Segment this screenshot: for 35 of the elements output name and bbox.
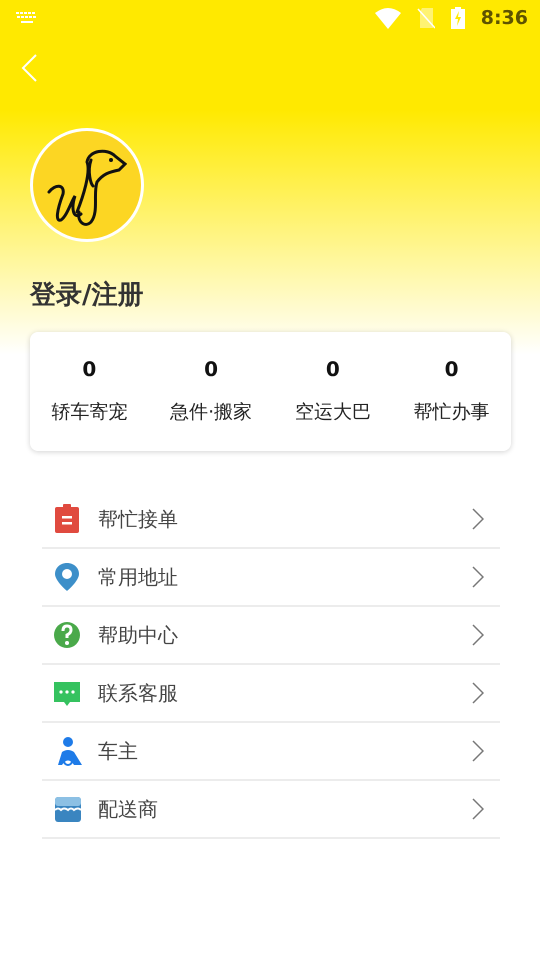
menu-item[interactable]: 常用地址 [42, 548, 500, 606]
stat-label[interactable]: 轿车寄宠 [51, 398, 128, 426]
help-icon [54, 620, 82, 650]
chevron-icon [472, 740, 484, 762]
menu-label: 常用地址 [98, 564, 179, 590]
menu-item[interactable]: 联系客服 [42, 664, 500, 722]
no-sim-icon [416, 8, 435, 28]
menu-item[interactable]: 帮忙接单 [42, 490, 500, 548]
keyboard-icon [16, 12, 38, 24]
menu-label: 车主 [98, 738, 139, 764]
clipboard-icon [54, 504, 82, 534]
menu-label: 帮忙接单 [98, 506, 179, 532]
chevron-icon [472, 508, 484, 530]
location-pin-icon [54, 562, 82, 592]
chevron-icon [472, 566, 484, 588]
status-time: 8:36 [480, 6, 528, 31]
wifi-icon [374, 8, 401, 28]
menu-label: 联系客服 [98, 680, 179, 706]
menu-label: 配送商 [98, 796, 159, 822]
stat-value: 0 [444, 356, 460, 383]
stat-value: 0 [81, 356, 98, 383]
stat-value: 0 [324, 356, 341, 383]
stat-label[interactable]: 帮忙办事 [414, 398, 490, 426]
menu-item[interactable]: 帮助中心 [42, 606, 500, 664]
stat-label[interactable]: 空运大巴 [294, 398, 371, 426]
menu-item[interactable]: 车主 [42, 722, 500, 780]
menu-item[interactable]: 配送商 [42, 780, 500, 838]
battery-icon [450, 7, 465, 29]
menu-label: 帮助中心 [98, 622, 179, 648]
stat-value: 0 [203, 356, 220, 383]
chevron-icon [472, 682, 484, 704]
stat-label[interactable]: 急件·搬家 [170, 398, 252, 426]
login-link[interactable]: 登录/注册 [30, 276, 540, 315]
chevron-icon [472, 798, 484, 820]
chevron-icon [472, 624, 484, 646]
